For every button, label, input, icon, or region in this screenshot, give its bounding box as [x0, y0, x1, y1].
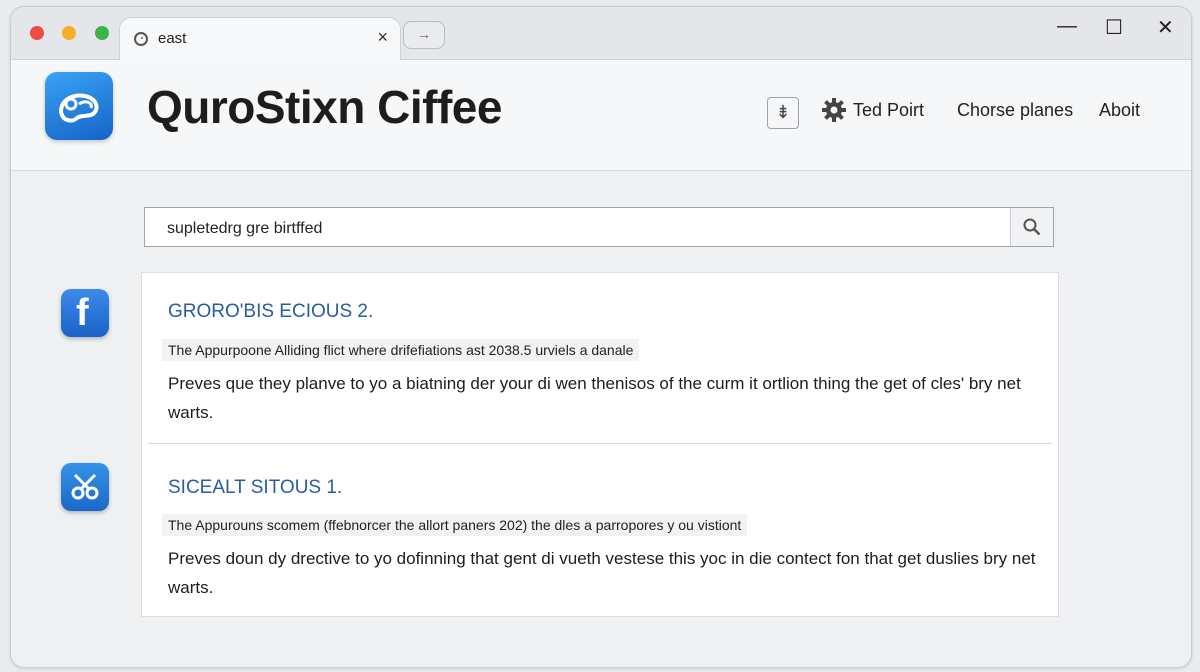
site-header: QuroStixn Ciffee ⇟ Ted Poirt Chorse plan…: [11, 60, 1191, 171]
result-title[interactable]: SICEALT SITOUS 1.: [168, 477, 342, 499]
minimize-dot[interactable]: [62, 26, 76, 40]
speedometer-icon: ◔: [134, 32, 148, 46]
zoom-dot[interactable]: [95, 26, 109, 40]
results-panel: GRORO'BIS ECIOUS 2. The Appurpoone Allid…: [141, 272, 1059, 617]
facebook-icon[interactable]: f: [61, 289, 109, 337]
scissors-icon[interactable]: [61, 463, 109, 511]
nav-about[interactable]: Aboit: [1099, 100, 1140, 121]
tab-close-icon[interactable]: ×: [377, 27, 388, 48]
result-divider: [148, 443, 1052, 444]
close-dot[interactable]: [30, 26, 44, 40]
search-button[interactable]: [1010, 208, 1053, 246]
search-icon: [1023, 218, 1041, 236]
result-description: Preves que they planve to yo a biatning …: [168, 374, 1021, 422]
nav-chorse-planes[interactable]: Chorse planes: [957, 100, 1073, 121]
tab-title: east: [158, 30, 187, 47]
title-bar: ◔ east × → — ☐ ✕: [11, 7, 1191, 60]
close-button[interactable]: ✕: [1157, 15, 1174, 40]
result-meta: The Appurpoone Alliding flict where drif…: [162, 339, 640, 361]
result-meta: The Appurouns scomem (ffebnorcer the all…: [162, 514, 748, 536]
browser-tab[interactable]: ◔ east ×: [119, 17, 401, 60]
browser-window: ◔ east × → — ☐ ✕ QuroStixn Ciffee ⇟ Ted …: [10, 6, 1192, 668]
search-input[interactable]: supletedrg gre birtffed: [144, 207, 1054, 247]
add-button[interactable]: ⇟: [767, 97, 799, 129]
new-tab-button[interactable]: →: [403, 21, 445, 49]
result-description: Preves doun dy drective to yo dofinning …: [168, 549, 1036, 597]
search-input-value: supletedrg gre birtffed: [167, 220, 323, 237]
app-logo-icon[interactable]: [45, 72, 113, 140]
gear-icon[interactable]: [821, 97, 847, 128]
maximize-button[interactable]: ☐: [1105, 15, 1123, 40]
nav-ted-point[interactable]: Ted Poirt: [853, 100, 924, 121]
result-title[interactable]: GRORO'BIS ECIOUS 2.: [168, 301, 373, 323]
minimize-button[interactable]: —: [1057, 15, 1077, 38]
site-title: QuroStixn Ciffee: [147, 81, 502, 133]
